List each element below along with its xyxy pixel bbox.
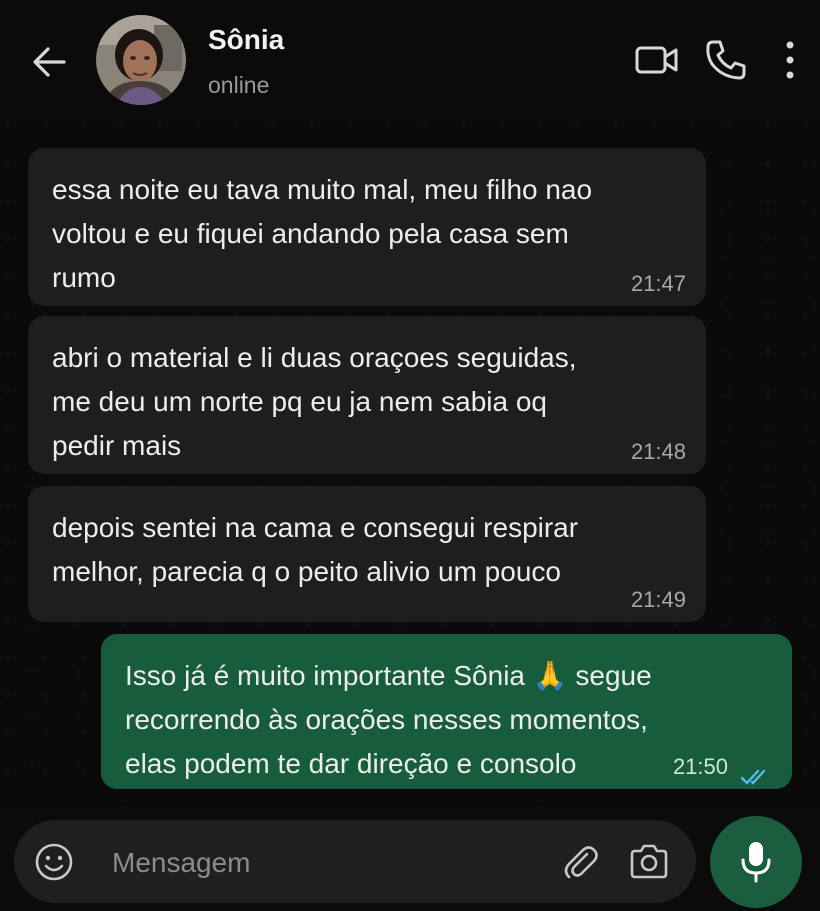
- message-text: abri o material e li duas oraçoes seguid…: [52, 342, 577, 461]
- message-input[interactable]: Mensagem: [14, 820, 696, 903]
- voice-call-icon[interactable]: [704, 38, 748, 82]
- video-call-icon[interactable]: [635, 44, 679, 76]
- chat-screen: Sônia online essa noite eu tava muito ma…: [0, 0, 820, 911]
- avatar[interactable]: [96, 15, 186, 105]
- emoji-icon[interactable]: [34, 842, 74, 882]
- camera-icon[interactable]: [628, 842, 670, 882]
- message-bubble-incoming[interactable]: abri o material e li duas oraçoes seguid…: [28, 316, 706, 474]
- chat-header: Sônia online: [0, 0, 820, 122]
- message-placeholder: Mensagem: [112, 847, 251, 878]
- message-text: depois sentei na cama e consegui respira…: [52, 512, 579, 587]
- more-vertical-icon[interactable]: [780, 40, 800, 80]
- message-time: 21:48: [630, 439, 686, 464]
- contact-name[interactable]: Sônia: [208, 24, 284, 56]
- message-time: 21:49: [630, 587, 686, 612]
- mic-button[interactable]: [710, 816, 802, 908]
- message-bubble-incoming[interactable]: depois sentei na cama e consegui respira…: [28, 486, 706, 622]
- back-arrow-icon[interactable]: [30, 44, 68, 80]
- message-text: Isso já é muito importante Sônia 🙏 segue…: [125, 660, 652, 779]
- contact-status: online: [208, 72, 270, 98]
- mic-icon: [741, 842, 771, 883]
- attach-icon[interactable]: [560, 842, 600, 882]
- message-bubble-incoming[interactable]: essa noite eu tava muito mal, meu filho …: [28, 148, 706, 306]
- message-time: 21:50: [672, 754, 728, 779]
- message-composer: Mensagem: [0, 808, 820, 911]
- message-text: essa noite eu tava muito mal, meu filho …: [52, 174, 593, 293]
- read-ticks-icon: [740, 756, 772, 785]
- message-bubble-outgoing[interactable]: Isso já é muito importante Sônia 🙏 segue…: [101, 634, 792, 789]
- message-time: 21:47: [630, 271, 686, 296]
